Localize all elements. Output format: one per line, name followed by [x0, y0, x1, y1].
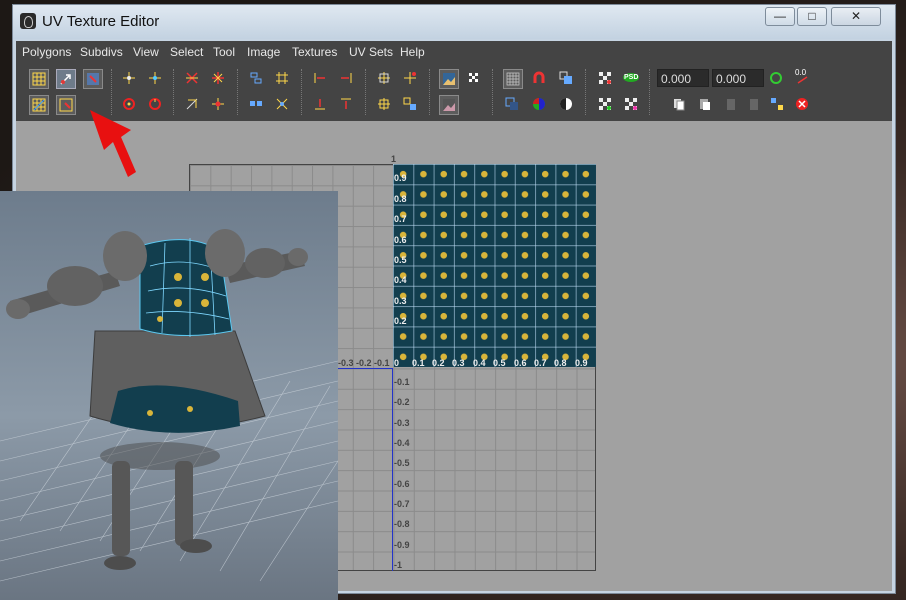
annotation-arrow-icon — [90, 110, 136, 177]
